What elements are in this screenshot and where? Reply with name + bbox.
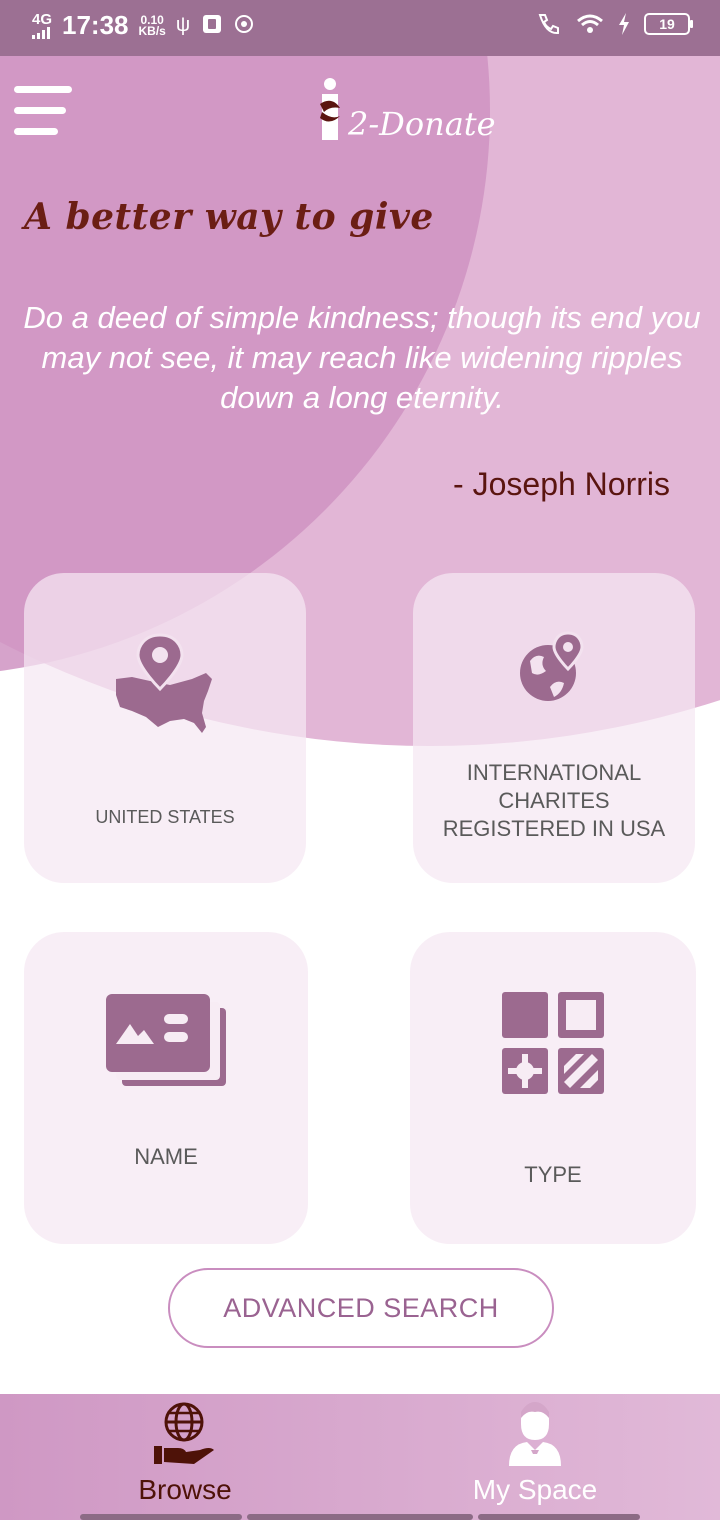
international-label: INTERNATIONAL CHARITES REGISTERED IN USA — [442, 760, 666, 841]
menu-icon[interactable] — [14, 86, 74, 140]
signal-icon — [32, 26, 50, 39]
app-logo: 2-Donate — [316, 78, 496, 140]
usb-debug-icon — [203, 15, 222, 33]
nav-my-space-label: My Space — [472, 1474, 598, 1505]
battery-indicator: 19 — [644, 13, 693, 35]
usb-icon: ψ — [175, 14, 191, 36]
bottom-navigation: Browse My Space — [0, 1394, 720, 1520]
donor-figure-icon — [320, 78, 340, 140]
name-card-icon — [106, 994, 226, 1086]
international-card[interactable]: INTERNATIONAL CHARITES REGISTERED IN USA — [413, 573, 695, 883]
quote-author: - Joseph Norris — [453, 466, 670, 502]
nav-browse-label: Browse — [138, 1474, 232, 1505]
wifi-icon — [577, 14, 603, 33]
status-bar: 4G 17:38 0.10 KB/s ψ 19 — [0, 0, 720, 56]
usa-map-pin-icon — [116, 633, 212, 733]
globe-hand-icon — [154, 1402, 214, 1464]
united-states-card[interactable]: UNITED STATES — [24, 573, 306, 883]
united-states-label: UNITED STATES — [95, 807, 235, 827]
tagline: A better way to give — [24, 196, 434, 238]
signal-indicator: 4G — [32, 10, 53, 39]
network-speed: 0.10 KB/s — [138, 12, 166, 38]
network-type: 4G — [32, 10, 53, 28]
type-label: TYPE — [524, 1162, 582, 1187]
name-label: NAME — [134, 1144, 198, 1169]
category-grid-icon — [502, 992, 604, 1094]
name-card[interactable]: NAME — [24, 932, 308, 1244]
whatsapp-icon — [235, 15, 254, 33]
type-card[interactable]: TYPE — [410, 932, 696, 1244]
clock: 17:38 — [62, 10, 129, 40]
globe-pin-icon — [520, 631, 584, 701]
logo-text: 2-Donate — [348, 105, 496, 143]
user-avatar-icon — [509, 1402, 561, 1466]
quote-text: Do a deed of simple kindness; though its… — [23, 300, 701, 415]
nav-browse[interactable]: Browse — [100, 1394, 270, 1520]
advanced-search-button[interactable]: ADVANCED SEARCH — [168, 1268, 554, 1348]
wifi-call-icon — [538, 14, 559, 35]
charging-icon — [619, 13, 629, 35]
nav-my-space[interactable]: My Space — [450, 1394, 620, 1520]
